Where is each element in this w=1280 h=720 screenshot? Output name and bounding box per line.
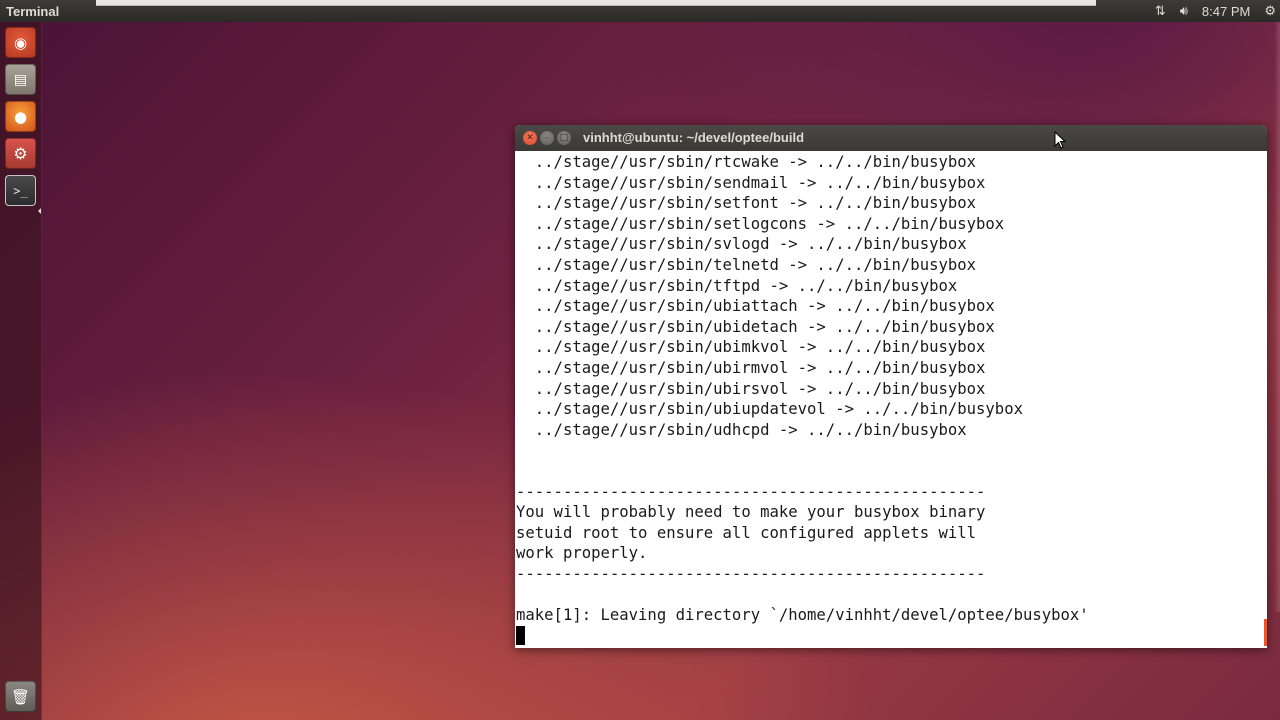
close-button[interactable]: ✕ (523, 131, 537, 145)
terminal-line: ../stage//usr/sbin/setlogcons -> ../../b… (516, 214, 1005, 233)
window-titlebar[interactable]: ✕ – □ vinhht@ubuntu: ~/devel/optee/build (515, 125, 1267, 151)
firefox-icon: ● (13, 107, 28, 126)
terminal-window[interactable]: ✕ – □ vinhht@ubuntu: ~/devel/optee/build… (515, 125, 1267, 648)
maximize-icon: □ (559, 133, 569, 143)
terminal-icon: >_ (13, 183, 28, 198)
unity-launcher: ◉ ▤ ● ⚙ >_ 🗑︎ (0, 22, 42, 720)
terminal-line: ../stage//usr/sbin/udhcpd -> ../../bin/b… (516, 420, 967, 439)
indicator-area: ⇅ 🔊︎ 8:47 PM ⚙ (1155, 0, 1280, 22)
trash-launcher-button[interactable]: 🗑︎ (5, 681, 36, 712)
terminal-launcher-button[interactable]: >_ (5, 175, 36, 206)
active-app-title: Terminal (6, 3, 60, 19)
terminal-line: ../stage//usr/sbin/sendmail -> ../../bin… (516, 173, 986, 192)
terminal-line: ../stage//usr/sbin/svlogd -> ../../bin/b… (516, 235, 967, 254)
settings-icon: ⚙ (13, 144, 28, 163)
terminal-line: ../stage//usr/sbin/ubiupdatevol -> ../..… (516, 400, 1023, 419)
terminal-line: work properly. (516, 544, 648, 563)
terminal-line: ----------------------------------------… (516, 564, 986, 583)
files-launcher-button[interactable]: ▤ (5, 64, 36, 95)
text-cursor (516, 625, 525, 645)
clock[interactable]: 8:47 PM (1202, 4, 1250, 19)
terminal-line: ../stage//usr/sbin/tftpd -> ../../bin/bu… (516, 276, 958, 295)
terminal-line: ../stage//usr/sbin/setfont -> ../../bin/… (516, 194, 977, 213)
terminal-line: ../stage//usr/sbin/telnetd -> ../../bin/… (516, 255, 977, 274)
active-app-indicator (38, 208, 41, 214)
dash-home-button[interactable]: ◉ (5, 27, 36, 58)
terminal-line: You will probably need to make your busy… (516, 503, 986, 522)
maximize-button[interactable]: □ (557, 131, 571, 145)
terminal-output[interactable]: ../stage//usr/sbin/rtcwake -> ../../bin/… (515, 151, 1267, 648)
volume-icon[interactable]: 🔊︎ (1180, 3, 1188, 19)
terminal-line: setuid root to ensure all configured app… (516, 523, 977, 542)
top-panel: Terminal ⇅ 🔊︎ 8:47 PM ⚙ (0, 0, 1280, 22)
window-title: vinhht@ubuntu: ~/devel/optee/build (583, 130, 805, 145)
terminal-line: ----------------------------------------… (516, 482, 986, 501)
network-icon[interactable]: ⇅ (1155, 3, 1166, 19)
window-controls: ✕ – □ (523, 131, 571, 145)
app-menu-strip (96, 0, 1096, 6)
scrollbar-indicator[interactable] (1264, 619, 1267, 646)
minimize-icon: – (544, 133, 550, 143)
desktop-right-edge (1274, 22, 1280, 612)
trash-icon: 🗑︎ (10, 687, 31, 706)
close-icon: ✕ (526, 133, 534, 143)
terminal-line: ../stage//usr/sbin/ubirmvol -> ../../bin… (516, 358, 986, 377)
ubuntu-desktop: { "top_panel": { "app_title": "Terminal"… (0, 0, 1280, 720)
terminal-line: ../stage//usr/sbin/ubiattach -> ../../bi… (516, 297, 995, 316)
ubuntu-dash-icon: ◉ (13, 33, 28, 52)
gear-icon[interactable]: ⚙ (1264, 3, 1276, 19)
firefox-launcher-button[interactable]: ● (5, 101, 36, 132)
settings-launcher-button[interactable]: ⚙ (5, 138, 36, 169)
mouse-pointer-icon (1054, 130, 1067, 153)
file-manager-icon: ▤ (13, 71, 28, 88)
terminal-line: make[1]: Leaving directory `/home/vinhht… (516, 606, 1089, 625)
terminal-line: ../stage//usr/sbin/ubidetach -> ../../bi… (516, 317, 995, 336)
minimize-button[interactable]: – (540, 131, 554, 145)
terminal-line: ../stage//usr/sbin/ubimkvol -> ../../bin… (516, 338, 986, 357)
cursor-line (516, 625, 1267, 647)
terminal-line: ../stage//usr/sbin/rtcwake -> ../../bin/… (516, 153, 977, 171)
terminal-line: ../stage//usr/sbin/ubirsvol -> ../../bin… (516, 379, 986, 398)
